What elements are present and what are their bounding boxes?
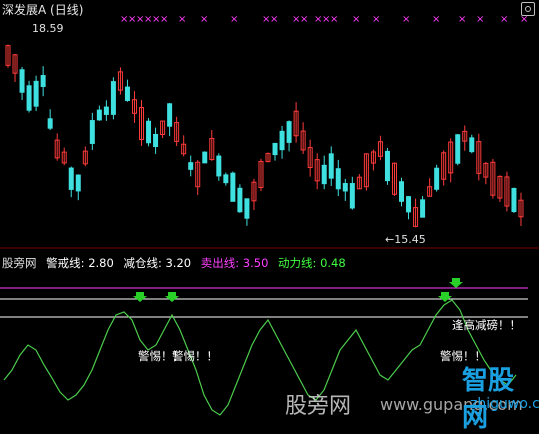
sell-mark: × xyxy=(200,14,208,25)
watermark-site: zhiguwo.com xyxy=(470,396,539,412)
watermark-cn: 股旁网 xyxy=(285,394,352,419)
candle-body xyxy=(349,183,355,209)
sell-mark: × xyxy=(432,14,440,25)
sell-mark: × xyxy=(270,14,278,25)
candle-body xyxy=(384,150,390,182)
candle-body xyxy=(328,153,334,179)
sell-mark: × xyxy=(402,14,410,25)
candle-body xyxy=(40,75,46,87)
candle-body xyxy=(223,174,229,184)
sell-mark: × xyxy=(178,14,186,25)
candle-body xyxy=(146,120,152,144)
candle-body xyxy=(406,196,412,213)
candle-body xyxy=(19,69,25,93)
warning-line-label: 警戒线: 2.80 xyxy=(46,256,114,270)
candlestick-series xyxy=(5,44,524,228)
candle-body xyxy=(335,168,341,190)
candle-body xyxy=(124,86,130,101)
candle-body xyxy=(321,164,327,185)
candle-body xyxy=(272,142,278,156)
candle-body xyxy=(244,198,250,219)
candle-body xyxy=(237,187,243,213)
candle-body xyxy=(96,109,102,121)
candle-body xyxy=(26,85,32,111)
candle-body xyxy=(167,103,173,127)
sell-mark: × xyxy=(500,14,508,25)
sell-line-label: 卖出线: 3.50 xyxy=(200,256,269,270)
candle-body xyxy=(420,199,426,218)
sell-mark: × xyxy=(352,14,360,25)
sell-mark: × xyxy=(330,14,338,25)
candle-body xyxy=(286,121,292,143)
power-line-label: 动力线: 0.48 xyxy=(278,256,346,270)
down-arrow-icon xyxy=(438,292,452,302)
candle-body xyxy=(455,134,461,164)
down-arrow-icon xyxy=(165,292,179,302)
indicator-name: 股旁网 xyxy=(2,256,37,270)
reduce-line-label: 减仓线: 3.20 xyxy=(123,256,192,270)
gear-icon[interactable] xyxy=(521,2,535,16)
candle-body xyxy=(342,183,348,192)
page-title: 深发展A (日线) xyxy=(2,3,84,17)
sell-mark: × xyxy=(372,14,380,25)
candle-body xyxy=(89,120,95,144)
candle-body xyxy=(434,167,440,190)
candle-body xyxy=(216,155,222,177)
top-sell-marks: × × × × × × × × × × × × × × × × × × × × × × × × xyxy=(120,14,528,25)
sell-mark: × xyxy=(476,14,484,25)
candle-body xyxy=(68,167,74,190)
alert-signal: 警惕！！ xyxy=(172,349,218,363)
candle-body xyxy=(153,133,159,148)
candle-body xyxy=(399,181,405,202)
candle-body xyxy=(188,162,194,170)
escape-signal: 逢高减磅！！ xyxy=(452,318,521,332)
down-arrow-icon xyxy=(133,292,147,302)
candle-body xyxy=(103,106,109,115)
sell-mark: × xyxy=(300,14,308,25)
candle-body xyxy=(47,118,53,129)
candle-body xyxy=(75,174,81,192)
candle-body xyxy=(230,172,236,202)
candle-body xyxy=(110,81,116,115)
sell-mark: × xyxy=(458,14,466,25)
low-price-label: ←15.45 xyxy=(385,233,426,246)
sell-mark: × xyxy=(230,14,238,25)
candle-body xyxy=(202,151,208,164)
candle-body xyxy=(279,130,285,151)
alert-arrows xyxy=(133,278,463,302)
candle-body xyxy=(469,137,475,153)
indicator-row: 股旁网 警戒线: 2.80 减仓线: 3.20 卖出线: 3.50 动力线: 0… xyxy=(2,255,352,271)
down-arrow-icon xyxy=(449,278,463,288)
candle-body xyxy=(511,187,517,213)
high-price-label: 18.59 xyxy=(32,22,64,35)
candle-body xyxy=(33,80,39,107)
sell-mark: × xyxy=(160,14,168,25)
